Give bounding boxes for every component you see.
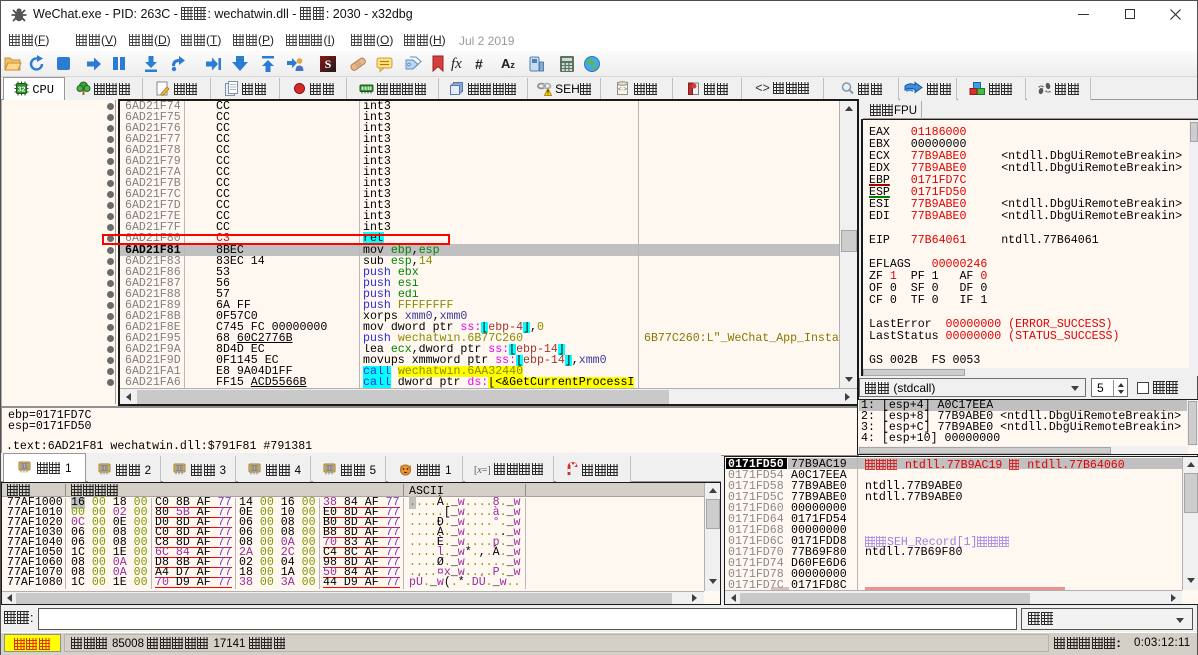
svg-text:<·>: <·> <box>618 87 628 93</box>
svg-text:32: 32 <box>18 87 26 94</box>
svg-text:!: ! <box>547 90 549 97</box>
